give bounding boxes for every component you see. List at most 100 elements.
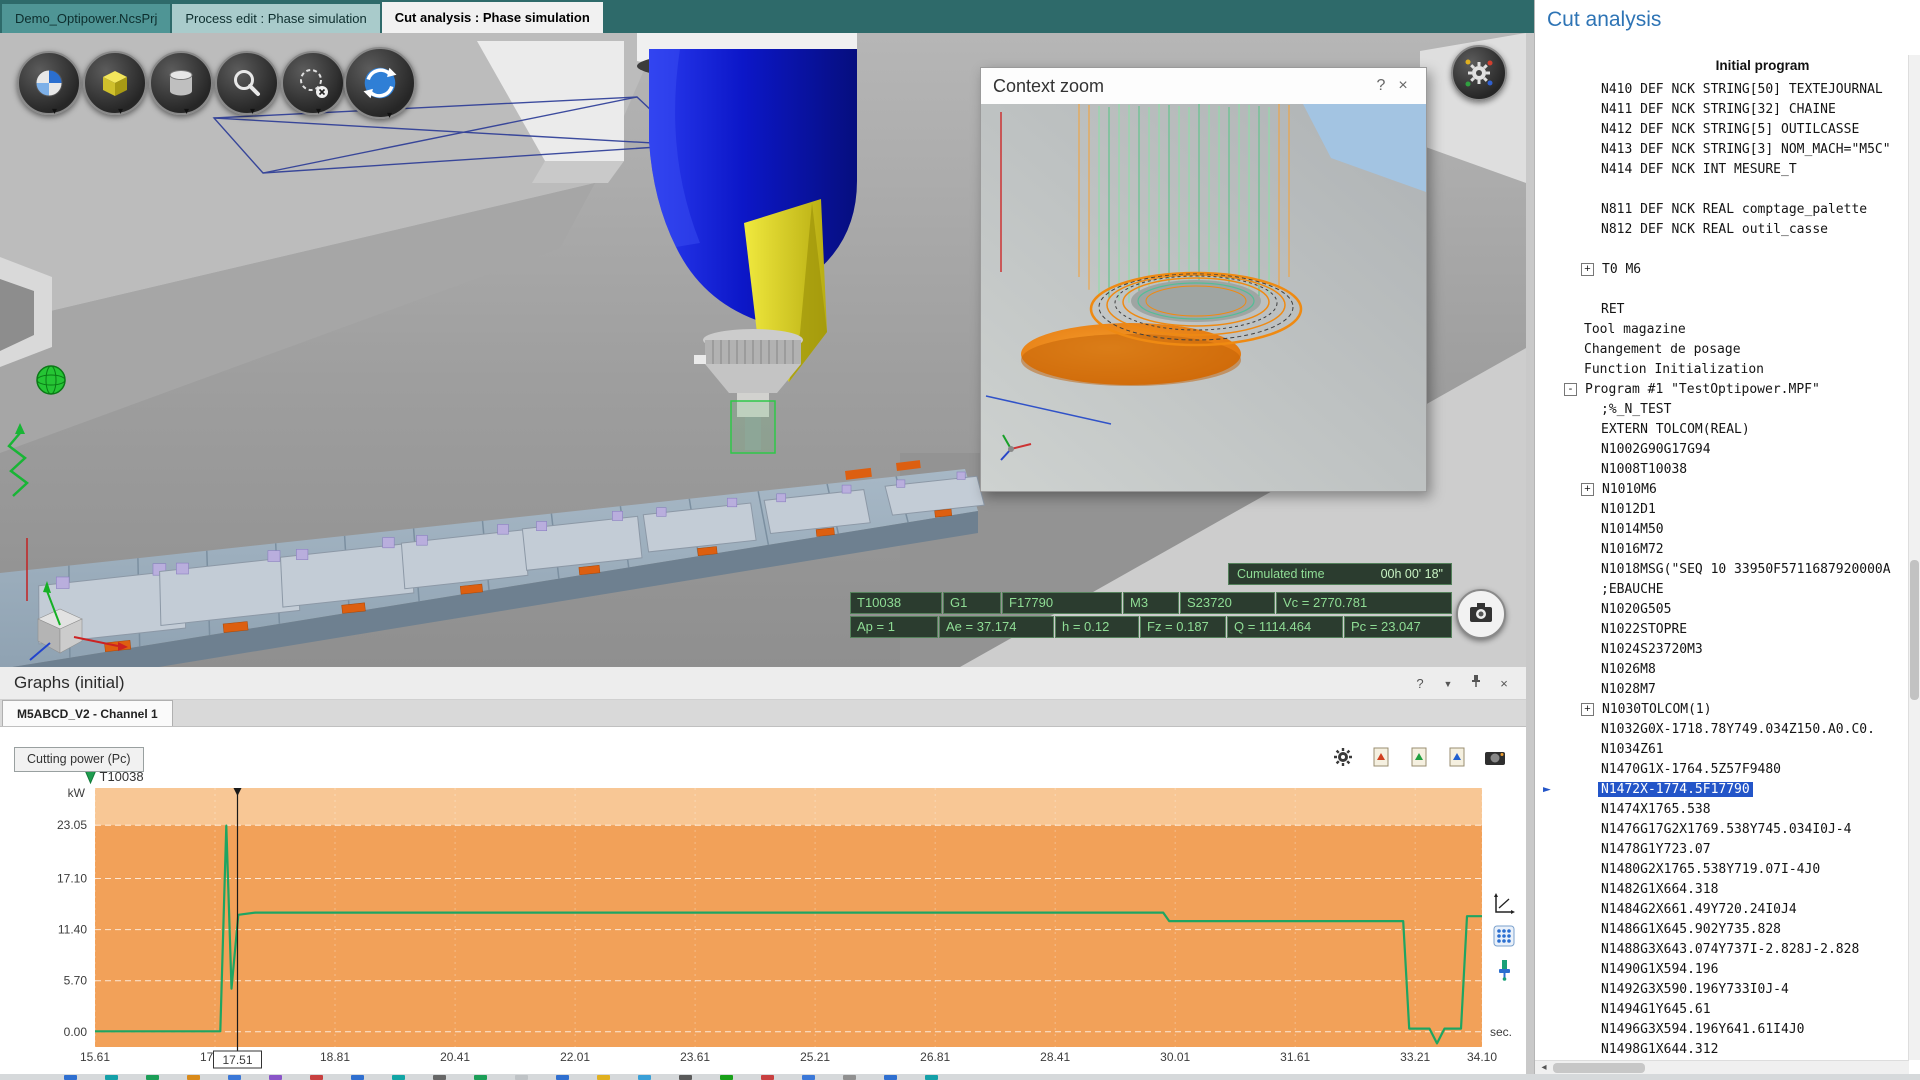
program-line[interactable]	[1535, 280, 1909, 300]
program-line[interactable]: N1008T10038	[1535, 460, 1909, 480]
program-line[interactable]	[1535, 180, 1909, 200]
program-line[interactable]: +N1030TOLCOM(1)	[1535, 700, 1909, 720]
dropdown-arrow-icon[interactable]: ▾	[250, 106, 255, 117]
stock-cube-button[interactable]: ▾	[83, 51, 147, 115]
program-line[interactable]: N414 DEF NCK INT MESURE_T	[1535, 160, 1909, 180]
taskbar-icon-9[interactable]	[392, 1075, 405, 1080]
rotate-view-button[interactable]: ▾	[344, 47, 416, 119]
snapshot-button[interactable]	[1480, 743, 1510, 770]
dropdown-arrow-icon[interactable]: ▾	[118, 106, 123, 117]
export-graph-button-2[interactable]	[1404, 743, 1434, 770]
collapse-icon[interactable]: -	[1564, 383, 1577, 396]
program-tree[interactable]: N410 DEF NCK STRING[50] TEXTEJOURNALN411…	[1535, 80, 1909, 1060]
program-line[interactable]: N1024S23720M3	[1535, 640, 1909, 660]
program-line[interactable]: N1496G3X594.196Y641.61I4J0	[1535, 1020, 1909, 1040]
taskbar-icon-17[interactable]	[720, 1075, 733, 1080]
taskbar-icon-19[interactable]	[802, 1075, 815, 1080]
taskbar-icon-6[interactable]	[269, 1075, 282, 1080]
taskbar-icon-5[interactable]	[228, 1075, 241, 1080]
program-line[interactable]: N811 DEF NCK REAL comptage_palette	[1535, 200, 1909, 220]
taskbar-icon-11[interactable]	[474, 1075, 487, 1080]
taskbar-icon-10[interactable]	[433, 1075, 446, 1080]
grid-toggle-button[interactable]	[1490, 922, 1518, 950]
taskbar-icon-13[interactable]	[556, 1075, 569, 1080]
taskbar-icon-20[interactable]	[843, 1075, 856, 1080]
capture-button[interactable]	[1456, 589, 1506, 639]
taskbar-icon-4[interactable]	[187, 1075, 200, 1080]
program-line[interactable]: N1034Z61	[1535, 740, 1909, 760]
help-icon[interactable]: ?	[1370, 77, 1392, 95]
program-line[interactable]: N1478G1Y723.07	[1535, 840, 1909, 860]
tab-cut-analysis[interactable]: Cut analysis : Phase simulation	[382, 2, 603, 33]
power-graph-plot[interactable]	[95, 788, 1482, 1047]
context-zoom-view[interactable]	[981, 104, 1426, 491]
channel-tab[interactable]: M5ABCD_V2 - Channel 1	[2, 700, 173, 726]
program-line[interactable]: N1028M7	[1535, 680, 1909, 700]
program-line[interactable]: N1498G1X644.312	[1535, 1040, 1909, 1060]
display-settings-button[interactable]	[1451, 45, 1507, 101]
export-graph-button-1[interactable]	[1366, 743, 1396, 770]
horizontal-scrollbar[interactable]: ◂	[1535, 1060, 1909, 1074]
expand-icon[interactable]: +	[1581, 483, 1594, 496]
view-globe-button[interactable]: ▾	[17, 51, 81, 115]
program-line[interactable]: N411 DEF NCK STRING[32] CHAINE	[1535, 100, 1909, 120]
close-icon[interactable]: ×	[1496, 674, 1512, 694]
program-line[interactable]: N1032G0X-1718.78Y749.034Z150.A0.C0.	[1535, 720, 1909, 740]
program-line[interactable]: N1016M72	[1535, 540, 1909, 560]
program-line[interactable]: Function Initialization	[1535, 360, 1909, 380]
program-line[interactable]: N1488G3X643.074Y737I-2.828J-2.828	[1535, 940, 1909, 960]
taskbar-icon-18[interactable]	[761, 1075, 774, 1080]
panel-splitter[interactable]	[1526, 33, 1534, 1074]
tab-project[interactable]: Demo_Optipower.NcsPrj	[2, 4, 170, 33]
program-line[interactable]: N1486G1X645.902Y735.828	[1535, 920, 1909, 940]
program-line[interactable]: N1490G1X594.196	[1535, 960, 1909, 980]
datum-sphere-icon[interactable]	[37, 366, 65, 394]
dropdown-arrow-icon[interactable]: ▾	[387, 110, 392, 121]
simulation-viewport[interactable]: ▾ ▾ ▾ ▾ ▾ ▾	[0, 33, 1526, 667]
dropdown-arrow-icon[interactable]: ▾	[52, 106, 57, 117]
program-line[interactable]: RET	[1535, 300, 1909, 320]
program-line[interactable]: N1002G90G17G94	[1535, 440, 1909, 460]
program-line[interactable]: Tool magazine	[1535, 320, 1909, 340]
program-line[interactable]: ►N1472X-1774.5F17790	[1535, 780, 1909, 800]
program-line[interactable]: N1020G505	[1535, 600, 1909, 620]
taskbar-icon-15[interactable]	[638, 1075, 651, 1080]
taskbar-icon-12[interactable]	[515, 1075, 528, 1080]
probe-tool-button[interactable]	[1490, 956, 1518, 984]
program-line[interactable]: EXTERN TOLCOM(REAL)	[1535, 420, 1909, 440]
close-icon[interactable]: ×	[1392, 77, 1414, 95]
vertical-scrollbar[interactable]	[1908, 55, 1920, 1060]
os-taskbar[interactable]	[0, 1074, 1920, 1080]
program-line[interactable]: N413 DEF NCK STRING[3] NOM_MACH="M5C"	[1535, 140, 1909, 160]
export-graph-button-3[interactable]	[1442, 743, 1472, 770]
expand-icon[interactable]: +	[1581, 703, 1594, 716]
context-zoom-titlebar[interactable]: Context zoom ? ×	[981, 68, 1426, 104]
taskbar-icon-8[interactable]	[351, 1075, 364, 1080]
program-line[interactable]: N1482G1X664.318	[1535, 880, 1909, 900]
collapse-icon[interactable]: ▼	[1440, 674, 1456, 694]
program-line[interactable]: N1476G17G2X1769.538Y745.034I0J-4	[1535, 820, 1909, 840]
help-icon[interactable]: ?	[1412, 674, 1428, 694]
program-line[interactable]: N1492G3X590.196Y733I0J-4	[1535, 980, 1909, 1000]
taskbar-icon-16[interactable]	[679, 1075, 692, 1080]
program-line[interactable]	[1535, 240, 1909, 260]
program-line[interactable]: N1018MSG("SEQ 10 33950F5711687920000A	[1535, 560, 1909, 580]
stock-cylinder-button[interactable]: ▾	[149, 51, 213, 115]
taskbar-icon-3[interactable]	[146, 1075, 159, 1080]
scroll-left-icon[interactable]: ◂	[1537, 1061, 1551, 1074]
program-line[interactable]: N1012D1	[1535, 500, 1909, 520]
program-line[interactable]: +N1010M6	[1535, 480, 1909, 500]
program-line[interactable]: ;EBAUCHE	[1535, 580, 1909, 600]
taskbar-icon-14[interactable]	[597, 1075, 610, 1080]
program-line[interactable]: Changement de posage	[1535, 340, 1909, 360]
program-line[interactable]: N412 DEF NCK STRING[5] OUTILCASSE	[1535, 120, 1909, 140]
program-line[interactable]: N1484G2X661.49Y720.24I0J4	[1535, 900, 1909, 920]
tab-process-edit[interactable]: Process edit : Phase simulation	[172, 4, 379, 33]
scrollbar-thumb[interactable]	[1910, 560, 1919, 700]
zoom-region-button[interactable]: ▾	[281, 51, 345, 115]
zoom-button[interactable]: ▾	[215, 51, 279, 115]
program-line[interactable]: N1022STOPRE	[1535, 620, 1909, 640]
pin-icon[interactable]	[1468, 674, 1484, 694]
program-line[interactable]: N1480G2X1765.538Y719.07I-4J0	[1535, 860, 1909, 880]
taskbar-icon-2[interactable]	[105, 1075, 118, 1080]
